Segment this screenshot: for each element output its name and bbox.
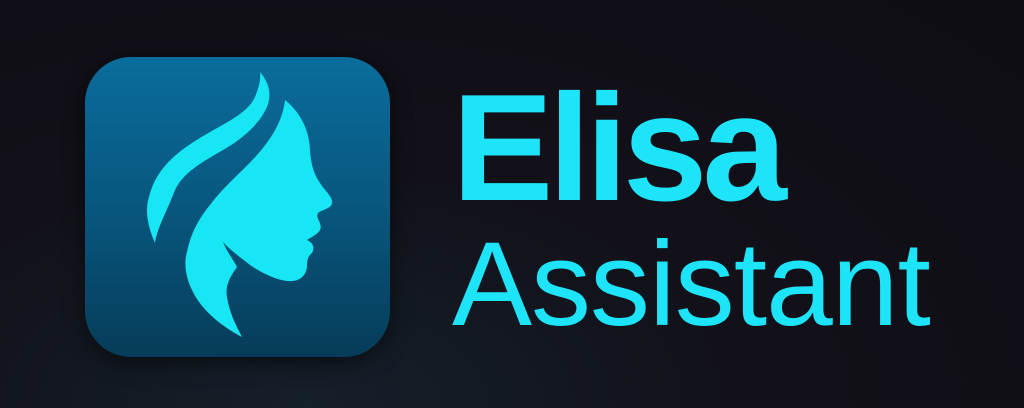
brand-title-line1: Elisa xyxy=(452,63,787,233)
brand-title-line2: Assistant xyxy=(452,217,931,351)
app-icon xyxy=(85,57,390,357)
woman-profile-icon xyxy=(147,72,333,337)
